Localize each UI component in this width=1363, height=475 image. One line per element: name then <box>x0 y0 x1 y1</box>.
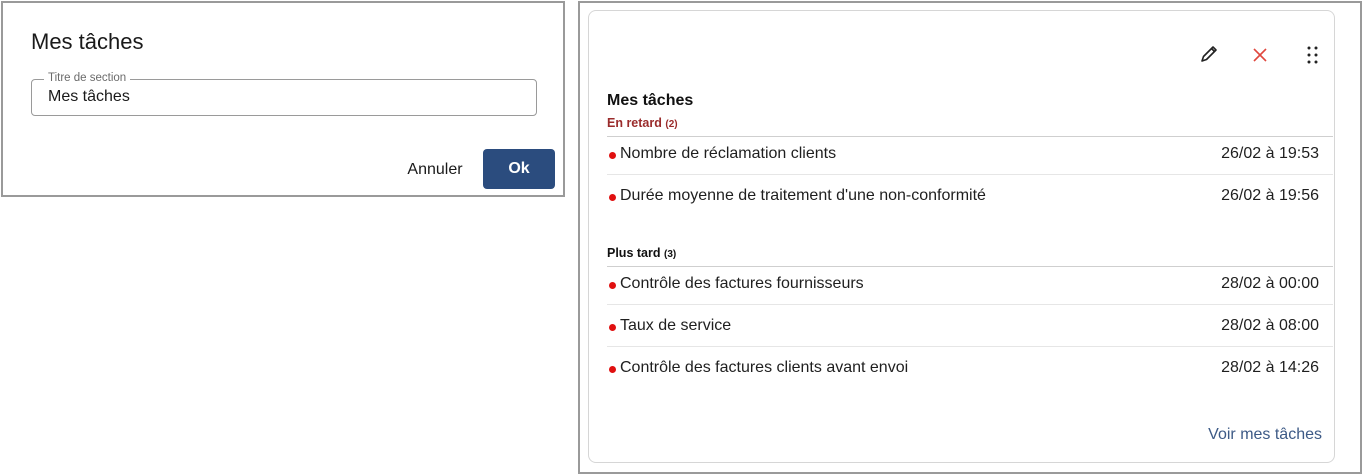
tasks-widget: Mes tâches En retard (2) Nombre de récla… <box>588 10 1335 463</box>
task-name: Taux de service <box>620 317 732 334</box>
close-icon[interactable] <box>1252 47 1268 63</box>
task-date: 26/02 à 19:56 <box>1221 187 1319 204</box>
pencil-icon[interactable] <box>1199 44 1219 64</box>
status-dot-icon <box>609 324 616 331</box>
task-row[interactable]: Nombre de réclamation clients 26/02 à 19… <box>607 133 1333 175</box>
section-title-field[interactable]: Titre de section <box>31 72 537 116</box>
task-date: 28/02 à 00:00 <box>1221 275 1319 292</box>
section-title-input[interactable] <box>48 85 518 109</box>
cancel-button[interactable]: Annuler <box>397 153 473 187</box>
ok-button[interactable]: Ok <box>483 149 555 189</box>
tasks-widget-frame: Mes tâches En retard (2) Nombre de récla… <box>578 1 1362 474</box>
dialog-title: Mes tâches <box>31 29 144 54</box>
drag-handle-icon[interactable] <box>1306 45 1320 65</box>
task-name: Contrôle des factures clients avant envo… <box>620 359 909 376</box>
section-label: Plus tard <box>607 246 661 260</box>
task-row[interactable]: Contrôle des factures clients avant envo… <box>607 347 1333 388</box>
status-dot-icon <box>609 152 616 159</box>
task-date: 28/02 à 14:26 <box>1221 359 1319 376</box>
edit-section-dialog: Mes tâches Titre de section Annuler Ok <box>1 1 565 197</box>
task-row[interactable]: Contrôle des factures fournisseurs 28/02… <box>607 263 1333 305</box>
status-dot-icon <box>609 194 616 201</box>
task-name: Contrôle des factures fournisseurs <box>620 275 864 292</box>
status-dot-icon <box>609 366 616 373</box>
task-row[interactable]: Taux de service 28/02 à 08:00 <box>607 305 1333 347</box>
view-my-tasks-link[interactable]: Voir mes tâches <box>1208 426 1322 444</box>
task-date: 28/02 à 08:00 <box>1221 317 1319 334</box>
section-label: En retard <box>607 116 662 130</box>
task-name: Nombre de réclamation clients <box>620 145 837 162</box>
section-title-label: Titre de section <box>44 72 131 84</box>
task-date: 26/02 à 19:53 <box>1221 145 1319 162</box>
status-dot-icon <box>609 282 616 289</box>
section-count: (2) <box>665 119 678 130</box>
section-count: (3) <box>663 249 677 260</box>
task-row[interactable]: Durée moyenne de traitement d'une non-co… <box>607 175 1333 216</box>
task-name: Durée moyenne de traitement d'une non-co… <box>620 187 986 204</box>
widget-title: Mes tâches <box>607 92 694 109</box>
